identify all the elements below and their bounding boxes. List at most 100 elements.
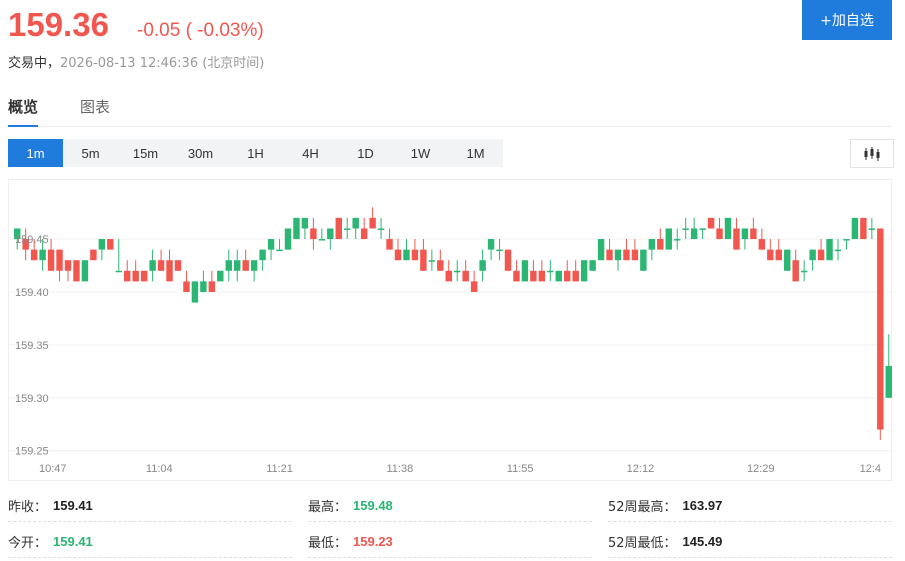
candle [860, 217, 867, 240]
add-watchlist-button[interactable]: +加自选 [802, 0, 892, 40]
candle [775, 239, 782, 261]
candle [817, 239, 825, 261]
candle [597, 239, 605, 261]
candle-body [690, 228, 698, 240]
candle-body [200, 281, 207, 292]
candle-body [242, 260, 249, 271]
candle-body [250, 260, 258, 271]
candle-body [868, 228, 876, 230]
candle-body [707, 217, 715, 229]
candle-body [589, 260, 596, 271]
candle [800, 260, 808, 282]
stat-value: 159.23 [353, 534, 393, 549]
candle-body [428, 260, 436, 262]
candle-body [784, 249, 791, 271]
candle [420, 239, 427, 271]
candle-body [826, 239, 833, 261]
stat-label: 最高： [308, 500, 348, 515]
candle-body [682, 228, 689, 230]
candle-body [225, 260, 232, 271]
candle-body [648, 239, 656, 250]
candle [174, 260, 182, 271]
x-tick-label: 12:12 [627, 463, 655, 475]
candle [606, 239, 613, 261]
candle-body [259, 249, 266, 261]
x-tick-label: 11:55 [507, 463, 534, 475]
stat-value: 159.41 [53, 498, 93, 513]
candle [530, 260, 537, 282]
interval-4h[interactable]: 4H [283, 139, 338, 167]
candle-body [124, 270, 131, 282]
interval-15m[interactable]: 15m [118, 139, 173, 167]
candle-body [640, 249, 647, 271]
chart-type-button[interactable] [850, 139, 894, 168]
interval-selector: 1m 5m 15m 30m 1H 4H 1D 1W 1M [8, 139, 503, 167]
candle-body [64, 260, 72, 271]
candle-body [716, 228, 723, 240]
candle [614, 249, 622, 271]
candle-body [834, 249, 842, 252]
candle-body [327, 228, 334, 240]
tab-overview[interactable]: 概览 [8, 96, 39, 127]
candle-body [301, 217, 309, 229]
candle [631, 239, 639, 261]
candle [547, 260, 554, 282]
candle-body [420, 249, 427, 271]
x-tick-label: 11:38 [386, 463, 413, 475]
tab-chart[interactable]: 图表 [80, 96, 110, 125]
interval-1w[interactable]: 1W [393, 139, 448, 167]
candle [140, 270, 148, 282]
candle [868, 217, 876, 240]
candle-body [851, 217, 859, 240]
interval-1mo[interactable]: 1M [448, 139, 503, 167]
candle [234, 249, 241, 282]
candle [809, 249, 816, 271]
candle-body [572, 270, 579, 282]
candle-body [208, 281, 216, 292]
candle-body [276, 249, 283, 252]
candle-body [733, 228, 740, 250]
candle [690, 217, 698, 240]
interval-1m[interactable]: 1m [8, 139, 63, 167]
candle-body [860, 217, 867, 240]
candle-body [564, 270, 571, 282]
candle-body [166, 260, 173, 282]
candle [352, 217, 359, 240]
stat-label: 最低： [308, 536, 348, 551]
candle-body [98, 239, 106, 250]
stat-open: 今开： 159.41 [8, 526, 292, 558]
price-chart[interactable]: 159.45 159.40 159.35 159.30 159.25 10:47 11:0… [8, 179, 893, 481]
candle [479, 249, 486, 282]
candle [724, 217, 732, 240]
candle-body [377, 228, 385, 230]
view-tabs: 概览 图表 [8, 92, 892, 127]
candle [200, 270, 207, 292]
stat-value: 145.49 [682, 534, 723, 549]
candle [665, 228, 672, 250]
candle-body [547, 270, 554, 273]
trading-status: 交易中，2026-08-13 12:46:36 (北京时间) [8, 52, 264, 71]
candle [157, 249, 165, 271]
interval-1d[interactable]: 1D [338, 139, 393, 167]
candle-body [614, 249, 622, 261]
candle [242, 249, 249, 271]
candle-body [293, 217, 300, 240]
stat-label: 昨收： [8, 500, 48, 515]
status-label: 交易中， [8, 56, 61, 71]
candle [572, 260, 579, 282]
candle-body [877, 228, 884, 430]
candle [589, 260, 596, 271]
interval-30m[interactable]: 30m [173, 139, 228, 167]
stat-value: 159.48 [353, 498, 393, 513]
candle [454, 260, 461, 282]
candle-body [335, 217, 342, 240]
stat-label: 52周最高： [608, 500, 677, 515]
candle [335, 217, 342, 240]
interval-5m[interactable]: 5m [63, 139, 118, 167]
candle [191, 281, 199, 303]
y-tick-label: 159.40 [15, 287, 49, 299]
candle [555, 270, 562, 282]
candle-body [580, 260, 588, 282]
candle [293, 217, 300, 240]
interval-1h[interactable]: 1H [228, 139, 283, 167]
